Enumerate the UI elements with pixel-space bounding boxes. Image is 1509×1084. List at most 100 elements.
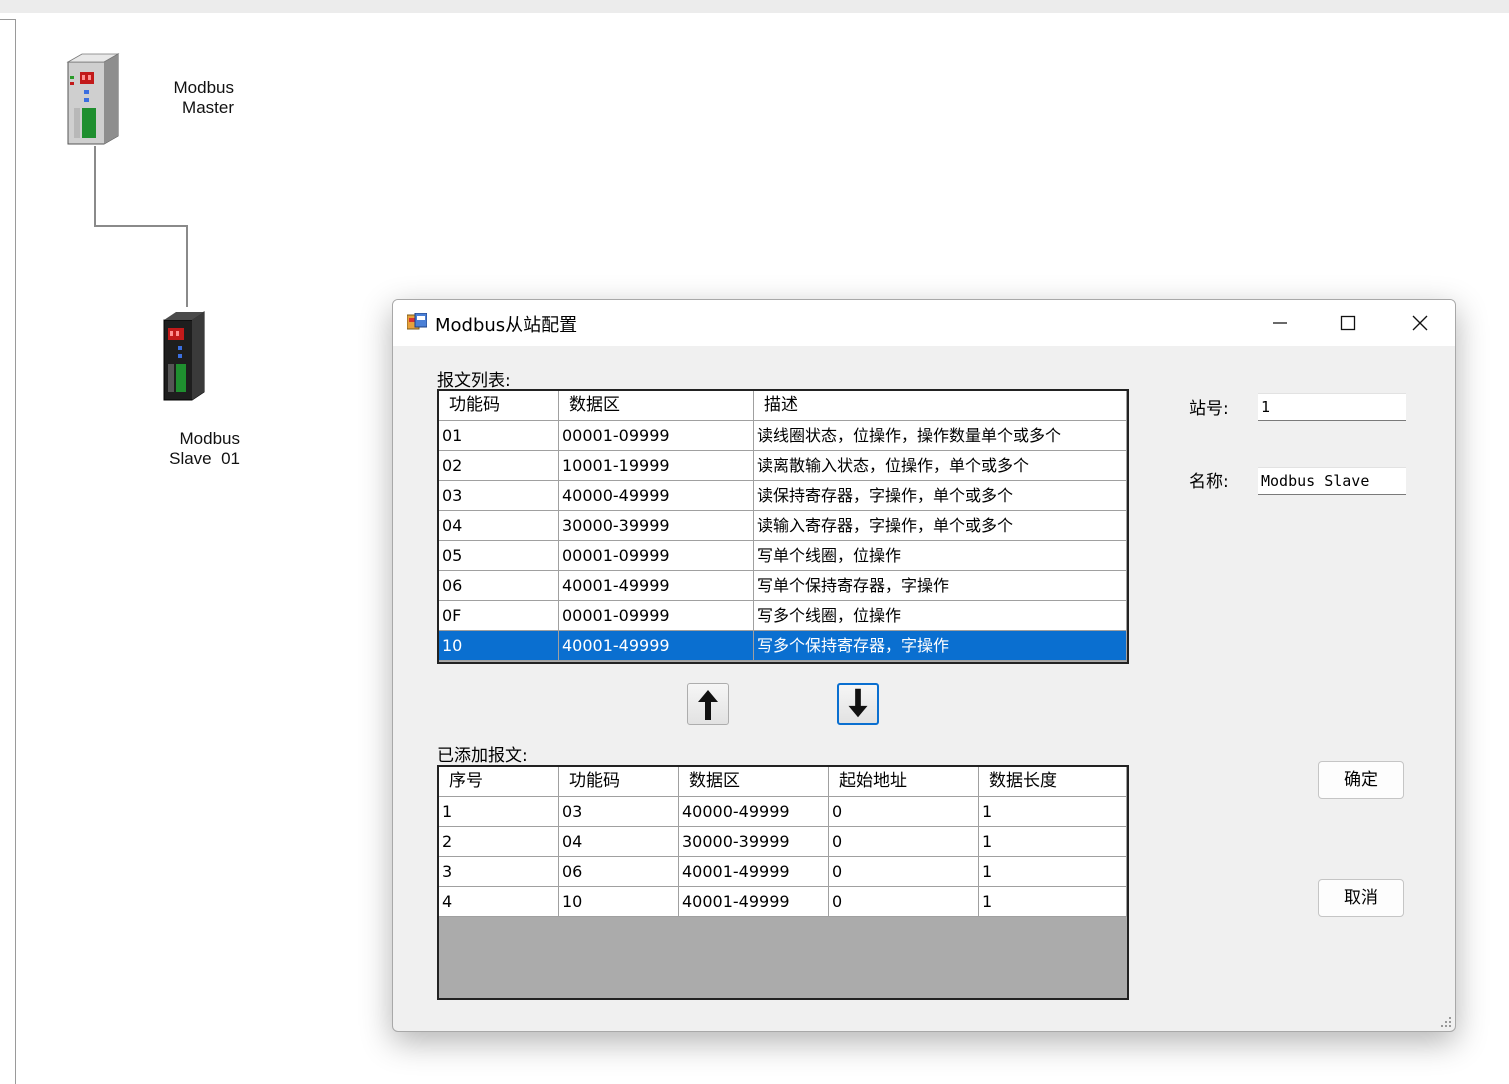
- table-cell: 1: [979, 887, 1127, 916]
- grid-header-row: 功能码 数据区 描述: [439, 391, 1127, 421]
- name-input[interactable]: Modbus Slave: [1258, 467, 1406, 495]
- table-cell: 40001-49999: [679, 857, 829, 886]
- table-cell: 2: [439, 827, 559, 856]
- title-bar: Modbus从站配置: [393, 300, 1455, 346]
- table-cell: 写多个保持寄存器，字操作: [754, 631, 1127, 660]
- connection-line: [94, 225, 188, 227]
- up-arrow-icon: [698, 690, 718, 720]
- table-row[interactable]: 03 40000-49999 读保持寄存器，字操作，单个或多个: [439, 481, 1127, 511]
- minimize-icon: [1273, 322, 1287, 324]
- table-cell: 10001-19999: [559, 451, 754, 480]
- table-cell: 06: [439, 571, 559, 600]
- modbus-slave-config-dialog: Modbus从站配置 报文列表: 功能码 数据区 描述 01 00001-09999 读线…: [392, 299, 1456, 1032]
- down-arrow-icon: [848, 688, 868, 718]
- master-label: Modbus Master: [173, 78, 234, 117]
- table-cell: 1: [979, 797, 1127, 826]
- ok-button[interactable]: 确定: [1318, 761, 1404, 799]
- table-cell: 00001-09999: [559, 601, 754, 630]
- table-cell: 1: [979, 857, 1127, 886]
- name-label: 名称:: [1189, 472, 1229, 492]
- table-cell: 1: [439, 797, 559, 826]
- table-cell: 03: [559, 797, 679, 826]
- table-cell: 读离散输入状态，位操作，单个或多个: [754, 451, 1127, 480]
- table-cell: 01: [439, 421, 559, 450]
- column-header[interactable]: 数据区: [679, 767, 829, 796]
- table-cell: 30000-39999: [679, 827, 829, 856]
- table-cell: 40000-49999: [559, 481, 754, 510]
- table-cell: 04: [439, 511, 559, 540]
- move-down-button[interactable]: [837, 683, 879, 725]
- table-cell: 1: [979, 827, 1127, 856]
- slave-label: Modbus Slave 01: [169, 429, 240, 468]
- table-cell: 0: [829, 797, 979, 826]
- table-cell: 40001-49999: [559, 571, 754, 600]
- table-cell: 00001-09999: [559, 541, 754, 570]
- table-cell: 04: [559, 827, 679, 856]
- table-cell: 0F: [439, 601, 559, 630]
- table-cell: 10: [439, 631, 559, 660]
- table-cell: 0: [829, 827, 979, 856]
- column-header[interactable]: 描述: [754, 391, 1127, 420]
- canvas-border: [15, 20, 16, 1084]
- table-cell: 4: [439, 887, 559, 916]
- table-cell: 02: [439, 451, 559, 480]
- table-row[interactable]: 01 00001-09999 读线圈状态，位操作，操作数量单个或多个: [439, 421, 1127, 451]
- modbus-slave-device-icon[interactable]: [160, 308, 208, 402]
- column-header[interactable]: 功能码: [439, 391, 559, 420]
- table-row[interactable]: 1 03 40000-49999 0 1: [439, 797, 1127, 827]
- top-bar: [0, 0, 1509, 13]
- table-cell: 40001-49999: [679, 887, 829, 916]
- maximize-icon: [1340, 315, 1356, 331]
- dialog-title: Modbus从站配置: [435, 315, 578, 336]
- table-cell: 0: [829, 857, 979, 886]
- close-button[interactable]: [1385, 300, 1455, 346]
- table-cell: 30000-39999: [559, 511, 754, 540]
- table-cell: 06: [559, 857, 679, 886]
- column-header[interactable]: 序号: [439, 767, 559, 796]
- table-cell: 写单个线圈，位操作: [754, 541, 1127, 570]
- grid-header-row: 序号 功能码 数据区 起始地址 数据长度: [439, 767, 1127, 797]
- close-icon: [1412, 315, 1428, 331]
- table-cell: 3: [439, 857, 559, 886]
- column-header[interactable]: 数据长度: [979, 767, 1127, 796]
- cancel-button[interactable]: 取消: [1318, 879, 1404, 917]
- table-cell: 00001-09999: [559, 421, 754, 450]
- table-cell: 03: [439, 481, 559, 510]
- table-cell: 05: [439, 541, 559, 570]
- column-header[interactable]: 功能码: [559, 767, 679, 796]
- added-list-label: 已添加报文:: [437, 746, 528, 766]
- table-cell: 读保持寄存器，字操作，单个或多个: [754, 481, 1127, 510]
- column-header[interactable]: 数据区: [559, 391, 754, 420]
- table-cell: 40000-49999: [679, 797, 829, 826]
- column-header[interactable]: 起始地址: [829, 767, 979, 796]
- table-cell: 40001-49999: [559, 631, 754, 660]
- message-list-grid[interactable]: 功能码 数据区 描述 01 00001-09999 读线圈状态，位操作，操作数量单个或多个…: [437, 389, 1129, 664]
- move-up-button[interactable]: [687, 683, 729, 725]
- connection-line: [186, 225, 188, 307]
- table-cell: 写多个线圈，位操作: [754, 601, 1127, 630]
- table-row[interactable]: 04 30000-39999 读输入寄存器，字操作，单个或多个: [439, 511, 1127, 541]
- table-row[interactable]: 0F 00001-09999 写多个线圈，位操作: [439, 601, 1127, 631]
- table-row[interactable]: 4 10 40001-49999 0 1: [439, 887, 1127, 917]
- table-cell: 读输入寄存器，字操作，单个或多个: [754, 511, 1127, 540]
- table-cell: 10: [559, 887, 679, 916]
- station-label: 站号:: [1189, 399, 1229, 419]
- table-cell: 0: [829, 887, 979, 916]
- table-row[interactable]: 10 40001-49999 写多个保持寄存器，字操作: [439, 631, 1127, 661]
- table-row[interactable]: 02 10001-19999 读离散输入状态，位操作，单个或多个: [439, 451, 1127, 481]
- resize-grip-icon[interactable]: [1440, 1016, 1452, 1028]
- canvas-border: [0, 19, 16, 20]
- table-cell: 写单个保持寄存器，字操作: [754, 571, 1127, 600]
- table-row[interactable]: 3 06 40001-49999 0 1: [439, 857, 1127, 887]
- added-message-grid[interactable]: 序号 功能码 数据区 起始地址 数据长度 1 03 40000-49999 0 1 2 04 30000…: [437, 765, 1129, 1000]
- connection-line: [94, 146, 96, 226]
- table-row[interactable]: 05 00001-09999 写单个线圈，位操作: [439, 541, 1127, 571]
- table-row[interactable]: 2 04 30000-39999 0 1: [439, 827, 1127, 857]
- station-number-input[interactable]: 1: [1258, 393, 1406, 421]
- table-cell: 读线圈状态，位操作，操作数量单个或多个: [754, 421, 1127, 450]
- minimize-button[interactable]: [1245, 300, 1315, 346]
- table-row[interactable]: 06 40001-49999 写单个保持寄存器，字操作: [439, 571, 1127, 601]
- app-icon: [407, 313, 427, 330]
- maximize-button[interactable]: [1313, 300, 1383, 346]
- modbus-master-device-icon[interactable]: [64, 52, 122, 146]
